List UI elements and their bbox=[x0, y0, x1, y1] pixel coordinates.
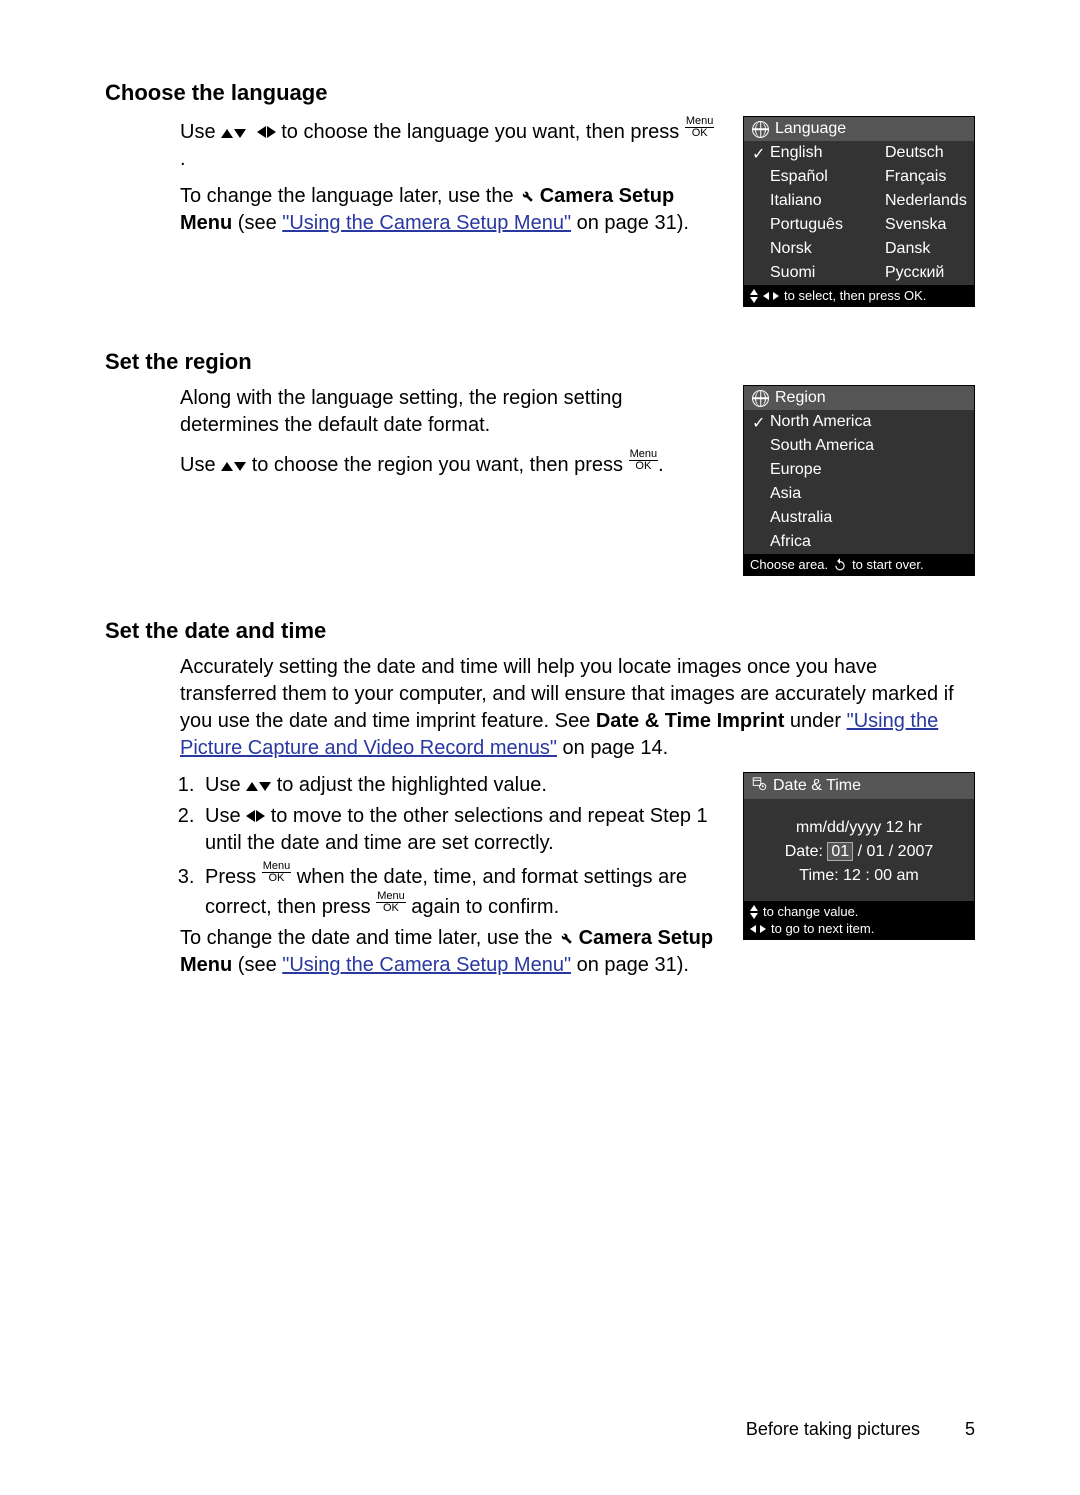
lang-option[interactable]: Dansk bbox=[859, 237, 974, 261]
lang-option[interactable]: Suomi bbox=[744, 261, 859, 285]
region-p1: Along with the language setting, the reg… bbox=[180, 385, 718, 439]
datetime-steps: Use to adjust the highlighted value. Use… bbox=[105, 772, 718, 921]
link-camera-setup-2[interactable]: "Using the Camera Setup Menu" bbox=[282, 954, 571, 976]
heading-datetime: Set the date and time bbox=[105, 618, 975, 644]
menu-ok-icon: MenuOK bbox=[262, 861, 292, 884]
leftright-icon bbox=[750, 925, 766, 933]
region-option[interactable]: South America bbox=[744, 434, 974, 458]
menu-ok-icon: MenuOK bbox=[685, 116, 715, 139]
globe-icon bbox=[752, 121, 769, 138]
step-2: Use to move to the other selections and … bbox=[200, 803, 718, 857]
region-p2: Use to choose the region you want, then … bbox=[180, 449, 718, 479]
link-camera-setup-1[interactable]: "Using the Camera Setup Menu" bbox=[282, 212, 571, 234]
updown-icon bbox=[750, 289, 758, 303]
updown-icon bbox=[221, 119, 246, 146]
datetime-panel: Date & Time mm/dd/yyyy 12 hr Date: 01 / … bbox=[743, 772, 975, 940]
section-choose-language: Choose the language Use to choose the la… bbox=[105, 80, 975, 307]
menu-ok-icon: MenuOK bbox=[376, 891, 406, 914]
section-date-time: Set the date and time Accurately setting… bbox=[105, 618, 975, 989]
lang-option[interactable]: English bbox=[744, 141, 859, 165]
wrench-icon bbox=[558, 926, 573, 941]
language-panel: Language English Deutsch Español Françai… bbox=[743, 116, 975, 307]
region-option[interactable]: North America bbox=[744, 410, 974, 434]
leftright-icon bbox=[246, 803, 265, 830]
lang-option[interactable]: Norsk bbox=[744, 237, 859, 261]
region-option[interactable]: Australia bbox=[744, 506, 974, 530]
lang-option[interactable]: Svenska bbox=[859, 213, 974, 237]
dt-date: Date: 01 / 01 / 2007 bbox=[752, 843, 966, 861]
page-number: 5 bbox=[925, 1419, 975, 1440]
heading-language: Choose the language bbox=[105, 80, 975, 106]
page-footer: Before taking pictures 5 bbox=[746, 1419, 975, 1440]
datetime-outro: To change the date and time later, use t… bbox=[105, 925, 718, 979]
lang-p1: Use to choose the language you want, the… bbox=[180, 116, 718, 173]
updown-icon bbox=[246, 772, 271, 799]
menu-ok-icon: MenuOK bbox=[629, 449, 659, 472]
leftright-icon bbox=[763, 292, 779, 300]
datetime-intro: Accurately setting the date and time wil… bbox=[105, 654, 975, 762]
panel-title-language: Language bbox=[775, 120, 846, 138]
lang-option[interactable]: Nederlands bbox=[859, 189, 974, 213]
dt-format: mm/dd/yyyy 12 hr bbox=[752, 819, 966, 837]
step-3: Press MenuOK when the date, time, and fo… bbox=[200, 861, 718, 921]
updown-icon bbox=[750, 905, 758, 919]
globe-icon bbox=[752, 390, 769, 407]
leftright-icon bbox=[257, 119, 276, 146]
calendar-clock-icon bbox=[752, 776, 767, 796]
region-option[interactable]: Africa bbox=[744, 530, 974, 554]
panel-title-datetime: Date & Time bbox=[773, 777, 861, 795]
lang-option[interactable]: Español bbox=[744, 165, 859, 189]
section-set-region: Set the region Along with the language s… bbox=[105, 349, 975, 576]
region-option[interactable]: Europe bbox=[744, 458, 974, 482]
wrench-icon bbox=[519, 184, 534, 199]
lang-option[interactable]: Português bbox=[744, 213, 859, 237]
lang-option[interactable]: Français bbox=[859, 165, 974, 189]
chapter-title: Before taking pictures bbox=[746, 1419, 920, 1439]
lang-option[interactable]: Русский bbox=[859, 261, 974, 285]
dt-highlighted[interactable]: 01 bbox=[827, 842, 853, 861]
heading-region: Set the region bbox=[105, 349, 975, 375]
lang-option[interactable]: Deutsch bbox=[859, 141, 974, 165]
return-icon bbox=[833, 557, 847, 572]
updown-icon bbox=[221, 452, 246, 479]
region-panel: Region North America South America Europ… bbox=[743, 385, 975, 576]
region-option[interactable]: Asia bbox=[744, 482, 974, 506]
manual-page: Choose the language Use to choose the la… bbox=[0, 0, 1080, 1495]
lang-p2: To change the language later, use the Ca… bbox=[180, 183, 718, 237]
step-1: Use to adjust the highlighted value. bbox=[200, 772, 718, 799]
panel-title-region: Region bbox=[775, 389, 826, 407]
lang-option[interactable]: Italiano bbox=[744, 189, 859, 213]
dt-time: Time: 12 : 00 am bbox=[752, 867, 966, 885]
